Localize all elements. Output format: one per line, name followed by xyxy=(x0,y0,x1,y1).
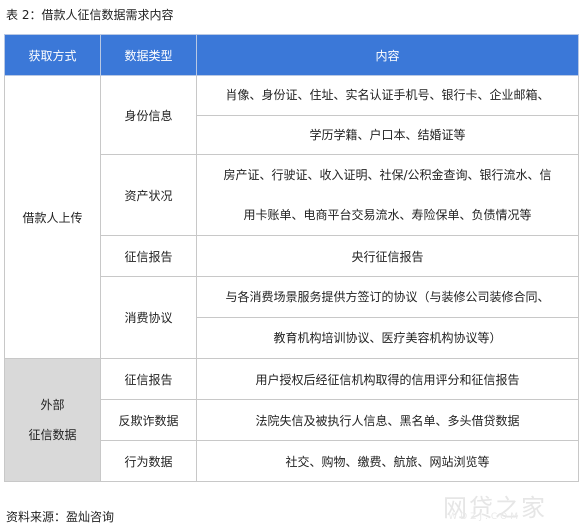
content-cell: 房产证、行驶证、收入证明、社保/公积金查询、银行流水、信 用卡账单、电商平台交易… xyxy=(196,154,579,236)
data-type-cell: 消费协议 xyxy=(100,276,197,359)
data-type-cell: 征信报告 xyxy=(100,358,197,400)
source-note: 资料来源：盈灿咨询 xyxy=(6,510,115,524)
content-line: 用卡账单、电商平台交易流水、寿险保单、负债情况等 xyxy=(243,208,532,222)
table-row: 借款人上传 身份信息 肖像、身份证、住址、实名认证手机号、银行卡、企业邮箱、 xyxy=(4,75,579,359)
group-label-line: 外部 xyxy=(40,398,65,412)
watermark-subtext: WDZJ.COM xyxy=(448,512,521,522)
content-cell: 肖像、身份证、住址、实名认证手机号、银行卡、企业邮箱、 xyxy=(196,75,579,116)
table-caption: 表 2：借款人征信数据需求内容 xyxy=(6,8,174,22)
header-acquisition-method: 获取方式 xyxy=(4,34,101,76)
group-label-line: 征信数据 xyxy=(28,428,77,442)
content-cell: 法院失信及被执行人信息、黑名单、多头借贷数据 xyxy=(196,399,579,441)
content-cell: 社交、购物、缴费、航旅、网站浏览等 xyxy=(196,440,579,482)
header-data-type: 数据类型 xyxy=(100,34,197,76)
content-cell: 与各消费场景服务提供方签订的协议（与装修公司装修合同、 xyxy=(196,276,579,318)
group-label-external: 外部 征信数据 xyxy=(4,358,101,482)
content-cell: 学历学籍、户口本、结婚证等 xyxy=(196,114,579,155)
table-header-row: 获取方式 数据类型 内容 xyxy=(4,34,579,76)
content-cell: 央行征信报告 xyxy=(196,235,579,277)
data-type-cell: 身份信息 xyxy=(100,75,197,155)
data-type-cell: 资产状况 xyxy=(100,154,197,236)
table-row: 外部 征信数据 征信报告 用户授权后经征信机构取得的信用评分和征信报告 xyxy=(4,358,579,482)
content-cell: 用户授权后经征信机构取得的信用评分和征信报告 xyxy=(196,358,579,400)
content-cell: 教育机构培训协议、医疗美容机构协议等） xyxy=(196,317,579,359)
data-type-cell: 反欺诈数据 xyxy=(100,399,197,441)
content-line: 房产证、行驶证、收入证明、社保/公积金查询、银行流水、信 xyxy=(223,168,552,182)
group-label-borrower: 借款人上传 xyxy=(4,75,101,359)
requirements-table: 获取方式 数据类型 内容 借款人上传 身份信息 肖像、身份证、住址、实名认证手机… xyxy=(4,34,579,482)
header-content: 内容 xyxy=(196,34,579,76)
data-type-cell: 征信报告 xyxy=(100,235,197,277)
data-type-cell: 行为数据 xyxy=(100,440,197,482)
